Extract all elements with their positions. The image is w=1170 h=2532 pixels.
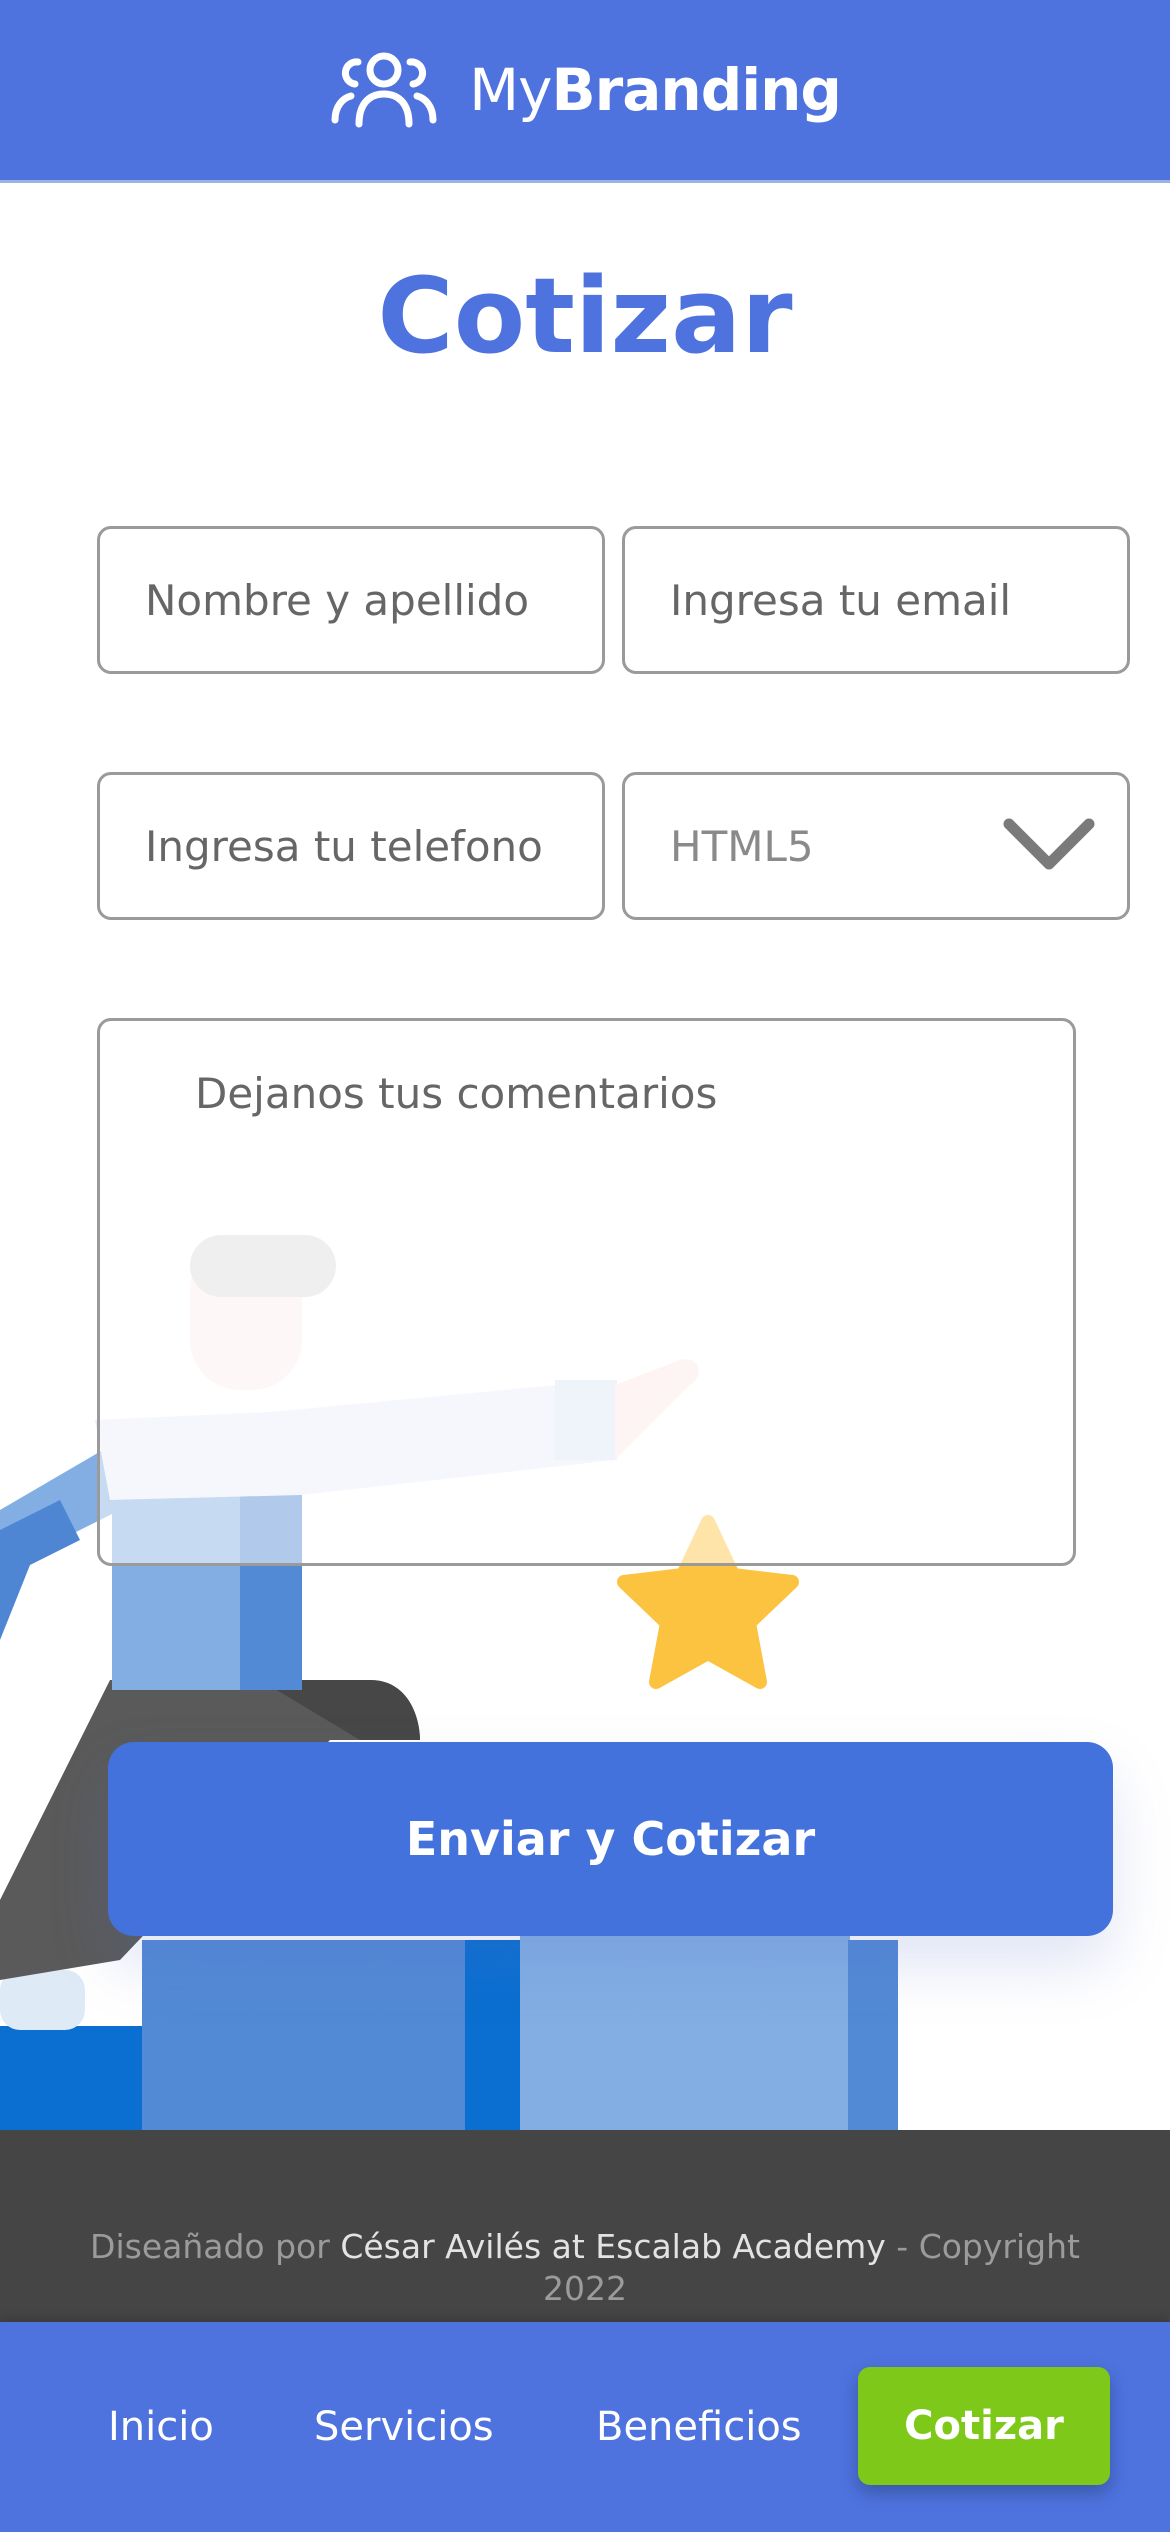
top-header: MyBranding	[0, 0, 1170, 183]
email-input[interactable]	[622, 526, 1130, 674]
submit-quote-button[interactable]: Enviar y Cotizar	[108, 1742, 1113, 1936]
technology-select-value: HTML5	[670, 821, 814, 871]
page-title: Cotizar	[377, 255, 793, 377]
designed-by-text: Diseañado por	[90, 2227, 330, 2266]
name-input[interactable]	[97, 526, 605, 674]
users-icon	[329, 50, 439, 130]
brand-name-suffix: Branding	[551, 56, 841, 124]
phone-input[interactable]	[97, 772, 605, 920]
footer: Diseañado por César Avilés at Escalab Ac…	[0, 2130, 1170, 2322]
author-name: César Avilés at Escalab Academy	[340, 2227, 886, 2266]
bottom-nav: Inicio Servicios Beneficios Cotizar	[0, 2322, 1170, 2532]
brand[interactable]: MyBranding	[329, 50, 842, 130]
technology-select[interactable]: HTML5	[622, 772, 1130, 920]
nav-link-inicio[interactable]: Inicio	[108, 2322, 214, 2532]
footer-credits: Diseañado por César Avilés at Escalab Ac…	[85, 2226, 1085, 2322]
nav-cta-cotizar-button[interactable]: Cotizar	[858, 2367, 1110, 2485]
brand-name-prefix: My	[469, 56, 552, 124]
chevron-down-icon	[1001, 814, 1097, 878]
brand-name: MyBranding	[469, 56, 842, 124]
comments-textarea[interactable]	[97, 1018, 1076, 1566]
nav-link-servicios[interactable]: Servicios	[314, 2322, 494, 2532]
nav-link-beneficios[interactable]: Beneficios	[596, 2322, 802, 2532]
